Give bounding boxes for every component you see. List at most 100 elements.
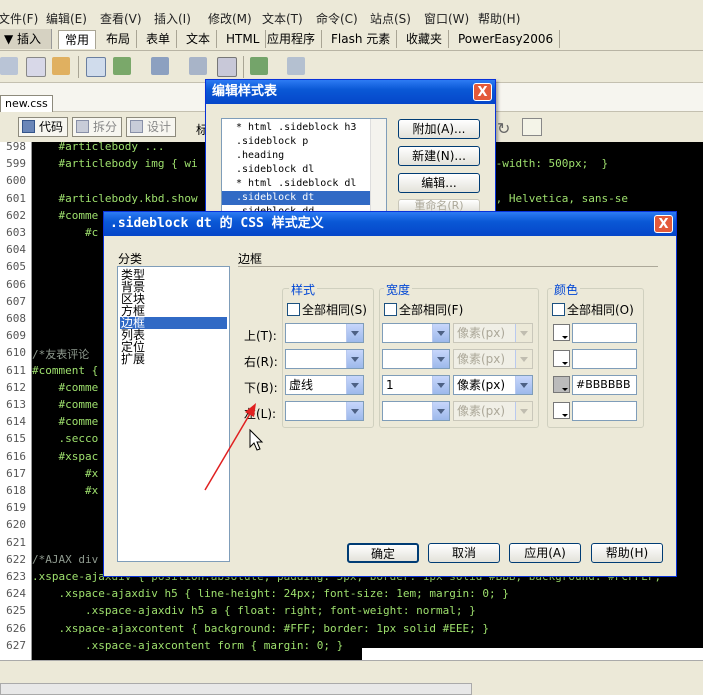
tab-application[interactable]: 应用程序 [261, 30, 323, 48]
chevron-down-icon[interactable] [432, 376, 449, 394]
menu-view[interactable]: 查看(V) [100, 10, 142, 27]
menu-file[interactable]: 文件(F) [0, 10, 38, 27]
checkbox-label: 全部相同(F) [399, 303, 464, 317]
style-list[interactable]: * html .sideblock h3 .sideblock p .headi… [221, 118, 387, 220]
left-color-swatch[interactable] [553, 402, 570, 419]
design-view-button[interactable]: 设计 [126, 117, 177, 137]
line-number: 602 [6, 209, 26, 222]
chevron-down-icon[interactable] [515, 402, 532, 420]
category-extensions[interactable]: 扩展 [120, 353, 227, 365]
bottom-unit-select[interactable]: 像素(px) [453, 375, 533, 395]
chevron-down-icon[interactable] [515, 376, 532, 394]
left-unit-select[interactable]: 像素(px) [453, 401, 533, 421]
chevron-down-icon[interactable] [432, 350, 449, 368]
left-color-field[interactable] [572, 401, 637, 421]
media-icon[interactable] [189, 57, 207, 75]
image-icon[interactable] [151, 57, 169, 75]
refresh-icon[interactable]: ↻ [497, 119, 510, 138]
menu-text[interactable]: 文本(T) [262, 10, 303, 27]
top-style-select[interactable] [285, 323, 364, 343]
code-view-button[interactable]: 代码 [18, 117, 69, 137]
list-item[interactable]: .sideblock dl [222, 163, 370, 177]
style-same-all-checkbox[interactable]: 全部相同(S) [287, 301, 367, 318]
left-unit-value: 像素(px) [457, 404, 506, 418]
chevron-down-icon[interactable] [346, 324, 363, 342]
tab-powereasy[interactable]: PowerEasy2006 [452, 30, 561, 48]
chevron-down-icon[interactable] [346, 350, 363, 368]
right-color-field[interactable] [572, 349, 637, 369]
close-button[interactable]: X [654, 215, 673, 233]
chevron-down-icon[interactable] [346, 376, 363, 394]
list-scrollbar[interactable] [370, 119, 386, 219]
list-item[interactable]: .heading [222, 149, 370, 163]
list-item-selected[interactable]: .sideblock dt [222, 191, 370, 205]
bottom-color-swatch[interactable] [553, 376, 570, 393]
menu-edit[interactable]: 编辑(E) [46, 10, 87, 27]
tag-chooser-icon[interactable] [287, 57, 305, 75]
menu-window[interactable]: 窗口(W) [424, 10, 469, 27]
chevron-down-icon[interactable] [346, 402, 363, 420]
close-button[interactable]: X [473, 83, 492, 101]
tab-favorites[interactable]: 收藏夹 [400, 30, 450, 48]
split-view-button[interactable]: 拆分 [72, 117, 123, 137]
checkbox-box[interactable] [287, 303, 300, 316]
document-tab[interactable]: new.css [0, 95, 53, 112]
chevron-down-icon[interactable] [515, 324, 532, 342]
help-button[interactable]: 帮助(H) [591, 543, 663, 563]
top-color-swatch[interactable] [553, 324, 570, 341]
comment-icon[interactable] [217, 57, 237, 77]
right-color-swatch[interactable] [553, 350, 570, 367]
line-number: 619 [6, 501, 26, 514]
right-width-select[interactable] [382, 349, 450, 369]
hyperlink-icon[interactable] [0, 57, 18, 75]
checkbox-box[interactable] [552, 303, 565, 316]
horizontal-scrollbar[interactable] [0, 683, 472, 695]
chevron-down-icon[interactable] [432, 324, 449, 342]
right-style-select[interactable] [285, 349, 364, 369]
list-item[interactable]: * html .sideblock dl [222, 177, 370, 191]
top-color-field[interactable] [572, 323, 637, 343]
left-width-select[interactable] [382, 401, 450, 421]
list-item[interactable]: * html .sideblock h3 [222, 121, 370, 135]
tab-flash-elements[interactable]: Flash 元素 [325, 30, 398, 48]
view-options-icon[interactable] [522, 118, 542, 136]
email-link-icon[interactable] [26, 57, 46, 77]
left-style-select[interactable] [285, 401, 364, 421]
edit-button[interactable]: 编辑... [398, 173, 480, 193]
tab-layout[interactable]: 布局 [100, 30, 138, 48]
top-unit-select[interactable]: 像素(px) [453, 323, 533, 343]
checkbox-box[interactable] [384, 303, 397, 316]
category-list[interactable]: 类型 背景 区块 方框 边框 列表 定位 扩展 [117, 266, 230, 562]
menu-insert[interactable]: 插入(I) [154, 10, 191, 27]
cancel-button[interactable]: 取消 [428, 543, 500, 563]
tab-common[interactable]: 常用 [58, 30, 97, 49]
tab-text[interactable]: 文本 [180, 30, 218, 48]
tab-forms[interactable]: 表单 [140, 30, 178, 48]
named-anchor-icon[interactable] [52, 57, 70, 75]
chevron-down-icon[interactable] [515, 350, 532, 368]
bottom-style-select[interactable]: 虚线 [285, 375, 364, 395]
ok-button[interactable]: 确定 [347, 543, 419, 563]
attach-button[interactable]: 附加(A)... [398, 119, 480, 139]
insert-panel-toggle[interactable]: ▼ 插入 [0, 29, 52, 49]
menu-commands[interactable]: 命令(C) [316, 10, 358, 27]
list-item[interactable]: .sideblock p [222, 135, 370, 149]
right-unit-select[interactable]: 像素(px) [453, 349, 533, 369]
new-button[interactable]: 新建(N)... [398, 146, 480, 166]
line-number: 603 [6, 226, 26, 239]
menu-modify[interactable]: 修改(M) [208, 10, 252, 27]
chevron-down-icon[interactable] [432, 402, 449, 420]
apply-button[interactable]: 应用(A) [509, 543, 581, 563]
bottom-color-field[interactable]: #BBBBBB [572, 375, 637, 395]
table-icon[interactable] [86, 57, 106, 77]
width-same-all-checkbox[interactable]: 全部相同(F) [384, 301, 463, 318]
code-view-icon [22, 120, 35, 133]
tab-html[interactable]: HTML [220, 30, 267, 48]
layer-icon[interactable] [113, 57, 131, 75]
menu-site[interactable]: 站点(S) [370, 10, 411, 27]
top-width-select[interactable] [382, 323, 450, 343]
template-icon[interactable] [250, 57, 268, 75]
menu-help[interactable]: 帮助(H) [478, 10, 520, 27]
bottom-width-select[interactable]: 1 [382, 375, 450, 395]
color-same-all-checkbox[interactable]: 全部相同(O) [552, 301, 634, 318]
